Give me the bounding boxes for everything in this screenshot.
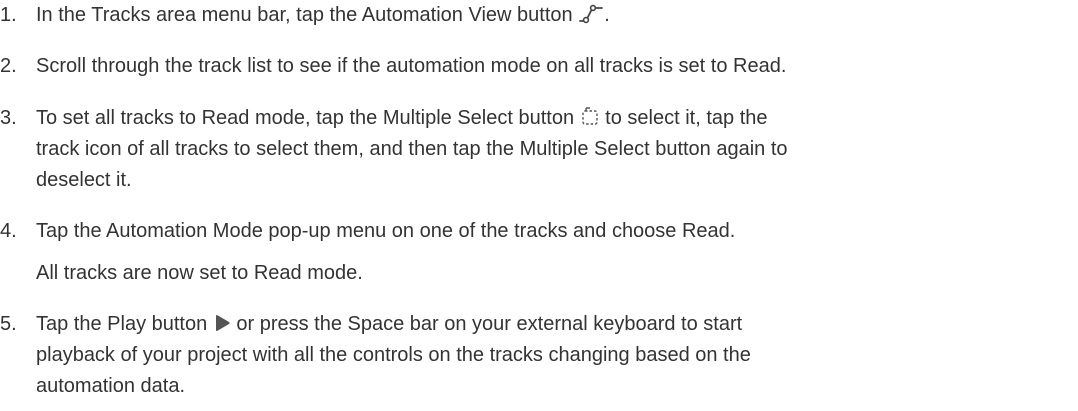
step-text: automation data. bbox=[36, 375, 185, 397]
play-icon bbox=[213, 313, 231, 333]
step-text: In the Tracks area menu bar, tap the Aut… bbox=[36, 4, 579, 26]
step-text: track icon of all tracks to select them,… bbox=[36, 138, 788, 160]
step-text: Scroll through the track list to see if … bbox=[36, 55, 787, 77]
step-text: To set all tracks to Read mode, tap the … bbox=[36, 107, 580, 129]
step-text: Tap the Play button bbox=[36, 313, 213, 335]
step-text-cont: to select it, tap the bbox=[599, 107, 768, 129]
automation-view-icon bbox=[578, 3, 604, 25]
step-text: playback of your project with all the co… bbox=[36, 344, 751, 366]
step-number: 3. bbox=[0, 107, 17, 129]
step-text-cont: or press the Space bar on your external … bbox=[230, 313, 743, 335]
step-text: deselect it. bbox=[36, 169, 132, 191]
step-number: 2. bbox=[0, 55, 17, 77]
step-number: 1. bbox=[0, 4, 17, 26]
step-number: 5. bbox=[0, 313, 17, 335]
step-text: Tap the Automation Mode pop-up menu on o… bbox=[36, 220, 736, 242]
step-number: 4. bbox=[0, 220, 17, 242]
multiple-select-icon bbox=[580, 107, 600, 127]
step-result-text: All tracks are now set to Read mode. bbox=[36, 262, 363, 284]
step-text-end: . bbox=[604, 4, 610, 26]
